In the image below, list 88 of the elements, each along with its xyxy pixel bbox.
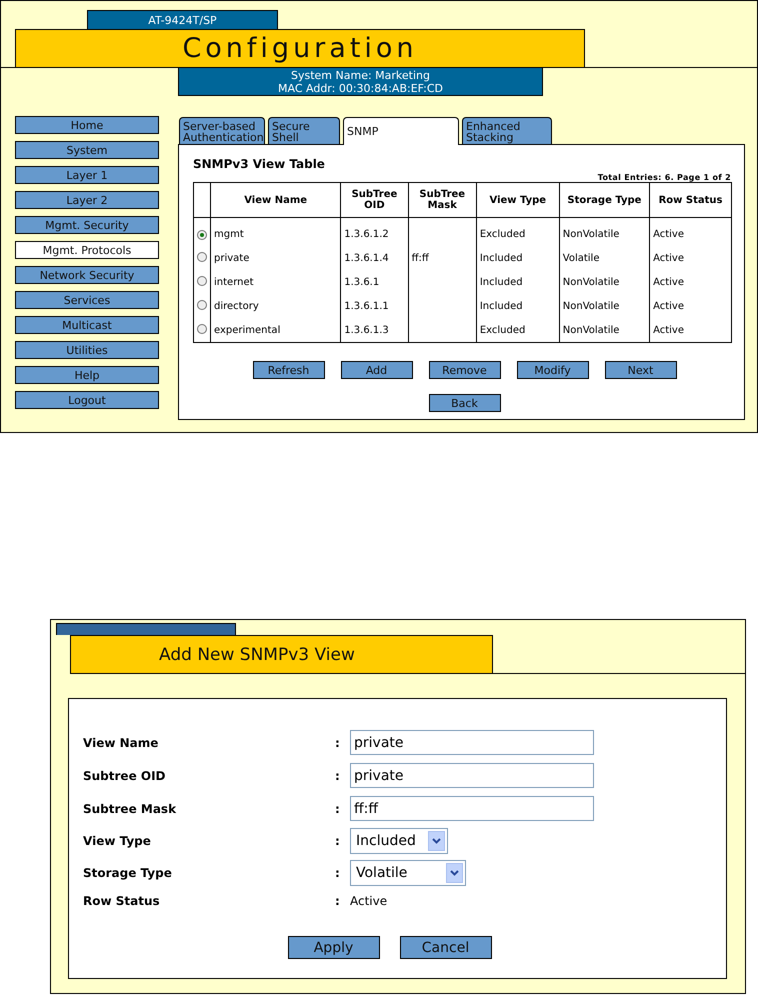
field-label: View Name: [83, 736, 160, 750]
table-cell: Active: [653, 300, 684, 312]
mac-address: MAC Addr: 00:30:84:AB:EF:CD: [278, 82, 443, 94]
table-cell: Active: [653, 324, 684, 336]
nav-button[interactable]: Layer 1: [15, 166, 159, 184]
nav-button[interactable]: Layer 2: [15, 191, 159, 209]
table-cell: Excluded: [480, 324, 526, 336]
field-label: View Type: [83, 834, 152, 848]
dropdown-value: Included: [356, 833, 416, 849]
colon: :: [335, 736, 341, 750]
table-cell: NonVolatile: [562, 228, 620, 240]
input-field[interactable]: ff:ff: [350, 796, 594, 821]
table-cell: 1.3.6.1.1: [344, 300, 389, 312]
model-label: AT-9424T/SP: [87, 10, 278, 29]
table-cell: mgmt: [214, 228, 244, 240]
form-title: Add New SNMPv3 View: [70, 635, 493, 673]
table-cell: Active: [653, 228, 684, 240]
field-label: Subtree OID: [83, 768, 167, 782]
nav-button[interactable]: Home: [15, 116, 159, 134]
table-cell: 1.3.6.1.2: [344, 228, 389, 240]
modify-button[interactable]: Modify: [516, 361, 588, 379]
table-cell: NonVolatile: [562, 324, 620, 336]
field-label: Subtree Mask: [83, 802, 178, 816]
table-cell: ff:ff: [412, 252, 429, 264]
table-cell: Included: [480, 300, 523, 312]
nav-button[interactable]: Mgmt. Security: [15, 216, 159, 234]
tab[interactable]: Server-based Authentication: [179, 117, 265, 144]
tab[interactable]: SNMP: [343, 117, 459, 145]
tab[interactable]: Enhanced Stacking: [462, 117, 552, 144]
table-cell: 1.3.6.1.4: [344, 252, 389, 264]
colon: :: [335, 866, 341, 880]
radio-button[interactable]: [197, 230, 207, 240]
table-cell: 1.3.6.1.3: [344, 324, 389, 336]
column-header: View Name: [210, 182, 341, 218]
dropdown-value: Volatile: [356, 865, 408, 881]
table-cell: NonVolatile: [562, 300, 620, 312]
nav-button[interactable]: Utilities: [15, 341, 159, 359]
cancel-button[interactable]: Cancel: [400, 936, 492, 959]
table-cell: 1.3.6.1: [344, 276, 380, 288]
column-header: Storage Type: [559, 182, 650, 218]
table-cell: Volatile: [562, 252, 600, 264]
refresh-button[interactable]: Refresh: [252, 361, 324, 379]
apply-button[interactable]: Apply: [288, 936, 380, 959]
table-title: SNMPv3 View Table: [193, 157, 326, 171]
table-cell: Active: [653, 276, 684, 288]
column-header: View Type: [476, 182, 560, 218]
column-header: SubTree Mask: [408, 182, 476, 218]
back-button[interactable]: Back: [428, 394, 500, 412]
field-label: Row Status: [83, 894, 161, 908]
field-label: Storage Type: [83, 866, 173, 880]
field-value: Active: [350, 894, 388, 908]
remove-button[interactable]: Remove: [428, 361, 500, 379]
nav-button[interactable]: Logout: [15, 391, 159, 409]
total-entries: Total Entries: 6. Page 1 of 2: [596, 173, 731, 182]
dropdown[interactable]: Volatile: [350, 860, 466, 886]
table-cell: directory: [214, 300, 259, 312]
table-cell: Active: [653, 252, 684, 264]
page-title: Configuration: [15, 29, 585, 67]
table-cell: private: [214, 252, 250, 264]
table-cell: experimental: [214, 324, 280, 336]
radio-button[interactable]: [197, 324, 207, 334]
table-cell: Excluded: [480, 228, 526, 240]
system-name: System Name: Marketing: [291, 68, 430, 82]
radio-button[interactable]: [197, 276, 207, 286]
radio-button[interactable]: [197, 300, 207, 310]
colon: :: [335, 802, 341, 816]
column-header: SubTree OID: [340, 182, 408, 218]
colon: :: [335, 768, 341, 782]
input-field[interactable]: private: [350, 763, 594, 788]
input-field[interactable]: private: [350, 730, 594, 755]
column-header: Row Status: [650, 182, 732, 218]
table-cell: Included: [480, 276, 523, 288]
table-cell: internet: [214, 276, 254, 288]
tab[interactable]: Secure Shell: [268, 117, 340, 144]
radio-button[interactable]: [197, 252, 207, 262]
colon: :: [335, 894, 341, 908]
nav-button[interactable]: Help: [15, 366, 159, 384]
nav-button[interactable]: Mgmt. Protocols: [15, 241, 159, 259]
nav-button[interactable]: System: [15, 141, 159, 159]
colon: :: [335, 834, 341, 848]
dropdown[interactable]: Included: [350, 828, 448, 854]
add-button[interactable]: Add: [340, 361, 412, 379]
table-cell: Included: [480, 252, 523, 264]
nav-button[interactable]: Services: [15, 291, 159, 309]
nav-button[interactable]: Multicast: [15, 316, 159, 334]
table-cell: NonVolatile: [562, 276, 620, 288]
next-button[interactable]: Next: [604, 361, 676, 379]
nav-button[interactable]: Network Security: [15, 266, 159, 284]
